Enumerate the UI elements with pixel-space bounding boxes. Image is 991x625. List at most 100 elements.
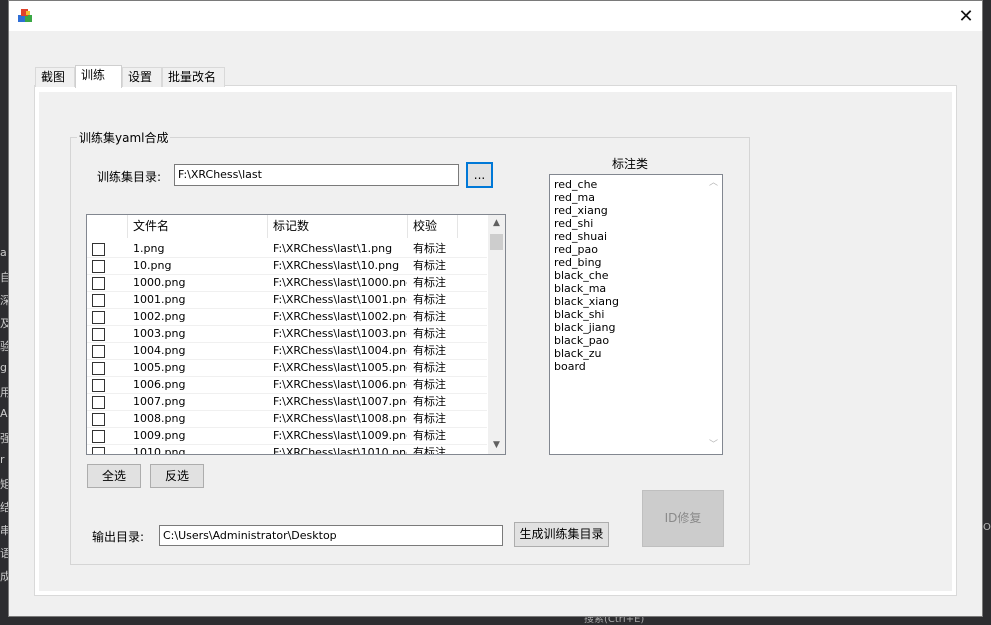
cell-filename: 10.png — [133, 259, 172, 272]
output-dir-label: 输出目录: — [92, 530, 145, 544]
background-search-text: 搜索(Ctrl+E) — [584, 617, 645, 625]
list-item[interactable]: black_pao — [554, 334, 609, 347]
list-item[interactable]: black_ma — [554, 282, 606, 295]
cell-filename: 1010.png — [133, 446, 186, 455]
table-row[interactable]: 1001.png F:\XRChess\last\1001.png 有标注 — [87, 292, 487, 309]
table-row[interactable]: 10.png F:\XRChess\last\10.png 有标注 — [87, 258, 487, 275]
cell-verify: 有标注 — [413, 276, 446, 289]
list-item[interactable]: black_zu — [554, 347, 601, 360]
dialog-window: ✕ 截图 训练 设置 批量改名 训练集yaml合成 训练集目录: F:\XRCh… — [8, 0, 983, 617]
row-checkbox[interactable] — [92, 362, 105, 375]
list-item[interactable]: black_shi — [554, 308, 604, 321]
cell-verify: 有标注 — [413, 344, 446, 357]
background-char: 及 — [0, 317, 8, 330]
tab-batch-rename[interactable]: 批量改名 — [162, 67, 225, 87]
tab-settings[interactable]: 设置 — [122, 67, 162, 87]
cell-filename: 1.png — [133, 242, 165, 255]
row-checkbox[interactable] — [92, 328, 105, 341]
title-bar: ✕ — [9, 1, 982, 31]
close-button[interactable]: ✕ — [950, 1, 982, 31]
row-checkbox[interactable] — [92, 447, 105, 454]
background-char: 深 — [0, 294, 8, 307]
row-checkbox[interactable] — [92, 311, 105, 324]
id-fix-button[interactable]: ID修复 — [642, 490, 724, 547]
app-cubes-icon — [18, 9, 32, 22]
cell-path: F:\XRChess\last\1009.png — [273, 429, 407, 442]
scroll-down-icon[interactable]: ▼ — [488, 437, 505, 454]
classes-scroll-up-icon[interactable]: ︿ — [705, 175, 722, 192]
file-list-scrollbar[interactable]: ▲ ▼ — [488, 215, 505, 454]
classes-listbox[interactable]: red_che red_ma red_xiang red_shi red_shuai re… — [549, 174, 723, 455]
cell-path: F:\XRChess\last\1010.png — [273, 446, 407, 455]
scroll-thumb[interactable] — [490, 234, 503, 250]
table-row[interactable]: 1004.png F:\XRChess\last\1004.png 有标注 — [87, 343, 487, 360]
cell-path: F:\XRChess\last\1001.png — [273, 293, 407, 306]
browse-button[interactable]: ... — [466, 162, 493, 188]
list-item[interactable]: black_jiang — [554, 321, 616, 334]
row-checkbox[interactable] — [92, 294, 105, 307]
list-item[interactable]: red_shuai — [554, 230, 607, 243]
table-row[interactable]: 1003.png F:\XRChess\last\1003.png 有标注 — [87, 326, 487, 343]
invert-selection-button[interactable]: 反选 — [150, 464, 204, 488]
list-item[interactable]: red_shi — [554, 217, 593, 230]
header-verify[interactable]: 校验 — [408, 215, 458, 238]
background-char: A — [0, 407, 8, 420]
scroll-up-icon[interactable]: ▲ — [488, 215, 505, 232]
cell-filename: 1003.png — [133, 327, 186, 340]
row-checkbox[interactable] — [92, 413, 105, 426]
generate-trainset-button[interactable]: 生成训练集目录 — [514, 522, 609, 547]
row-checkbox[interactable] — [92, 277, 105, 290]
row-checkbox[interactable] — [92, 345, 105, 358]
tab-screenshot[interactable]: 截图 — [35, 67, 75, 87]
table-row[interactable]: 1002.png F:\XRChess\last\1002.png 有标注 — [87, 309, 487, 326]
row-checkbox[interactable] — [92, 396, 105, 409]
list-item[interactable]: red_ma — [554, 191, 595, 204]
row-checkbox[interactable] — [92, 430, 105, 443]
table-row[interactable]: 1009.png F:\XRChess\last\1009.png 有标注 — [87, 428, 487, 445]
classes-scrollbar[interactable]: ︿ ﹀ — [705, 175, 722, 454]
table-row[interactable]: 1005.png F:\XRChess\last\1005.png 有标注 — [87, 360, 487, 377]
cell-filename: 1004.png — [133, 344, 186, 357]
list-item[interactable]: red_xiang — [554, 204, 608, 217]
background-char: r — [0, 453, 5, 466]
cell-verify: 有标注 — [413, 361, 446, 374]
cell-filename: 1001.png — [133, 293, 186, 306]
header-check-column[interactable] — [87, 215, 128, 238]
cell-verify: 有标注 — [413, 412, 446, 425]
cell-path: F:\XRChess\last\1000.png — [273, 276, 407, 289]
header-mark-count[interactable]: 标记数 — [268, 215, 408, 238]
list-item[interactable]: black_xiang — [554, 295, 619, 308]
cell-filename: 1005.png — [133, 361, 186, 374]
table-row[interactable]: 1006.png F:\XRChess\last\1006.png 有标注 — [87, 377, 487, 394]
list-item[interactable]: board — [554, 360, 586, 373]
tab-train[interactable]: 训练 — [75, 65, 122, 88]
output-dir-input[interactable]: C:\Users\Administrator\Desktop — [159, 525, 503, 546]
background-char: 验 — [0, 340, 8, 353]
cell-verify: 有标注 — [413, 259, 446, 272]
list-item[interactable]: red_bing — [554, 256, 602, 269]
background-char: 强 — [0, 432, 8, 445]
cell-verify: 有标注 — [413, 446, 446, 455]
background-char: 用 — [0, 386, 8, 399]
train-dir-input[interactable]: F:\XRChess\last — [174, 164, 459, 186]
file-list-view[interactable]: 文件名 标记数 校验 1.png F:\XRChess\last\1.png 有标注… — [86, 214, 506, 455]
file-list-header: 文件名 标记数 校验 — [87, 215, 487, 239]
row-checkbox[interactable] — [92, 379, 105, 392]
table-row[interactable]: 1010.png F:\XRChess\last\1010.png 有标注 — [87, 445, 487, 455]
classes-scroll-down-icon[interactable]: ﹀ — [705, 437, 722, 454]
row-checkbox[interactable] — [92, 260, 105, 273]
cell-verify: 有标注 — [413, 429, 446, 442]
table-row[interactable]: 1.png F:\XRChess\last\1.png 有标注 — [87, 241, 487, 258]
background-char: g — [0, 361, 7, 374]
select-all-button[interactable]: 全选 — [87, 464, 141, 488]
background-char: 成 — [0, 570, 8, 583]
header-filename[interactable]: 文件名 — [128, 215, 268, 238]
list-item[interactable]: black_che — [554, 269, 608, 282]
cell-path: F:\XRChess\last\1007.png — [273, 395, 407, 408]
list-item[interactable]: red_che — [554, 178, 597, 191]
row-checkbox[interactable] — [92, 243, 105, 256]
table-row[interactable]: 1007.png F:\XRChess\last\1007.png 有标注 — [87, 394, 487, 411]
table-row[interactable]: 1008.png F:\XRChess\last\1008.png 有标注 — [87, 411, 487, 428]
list-item[interactable]: red_pao — [554, 243, 598, 256]
table-row[interactable]: 1000.png F:\XRChess\last\1000.png 有标注 — [87, 275, 487, 292]
